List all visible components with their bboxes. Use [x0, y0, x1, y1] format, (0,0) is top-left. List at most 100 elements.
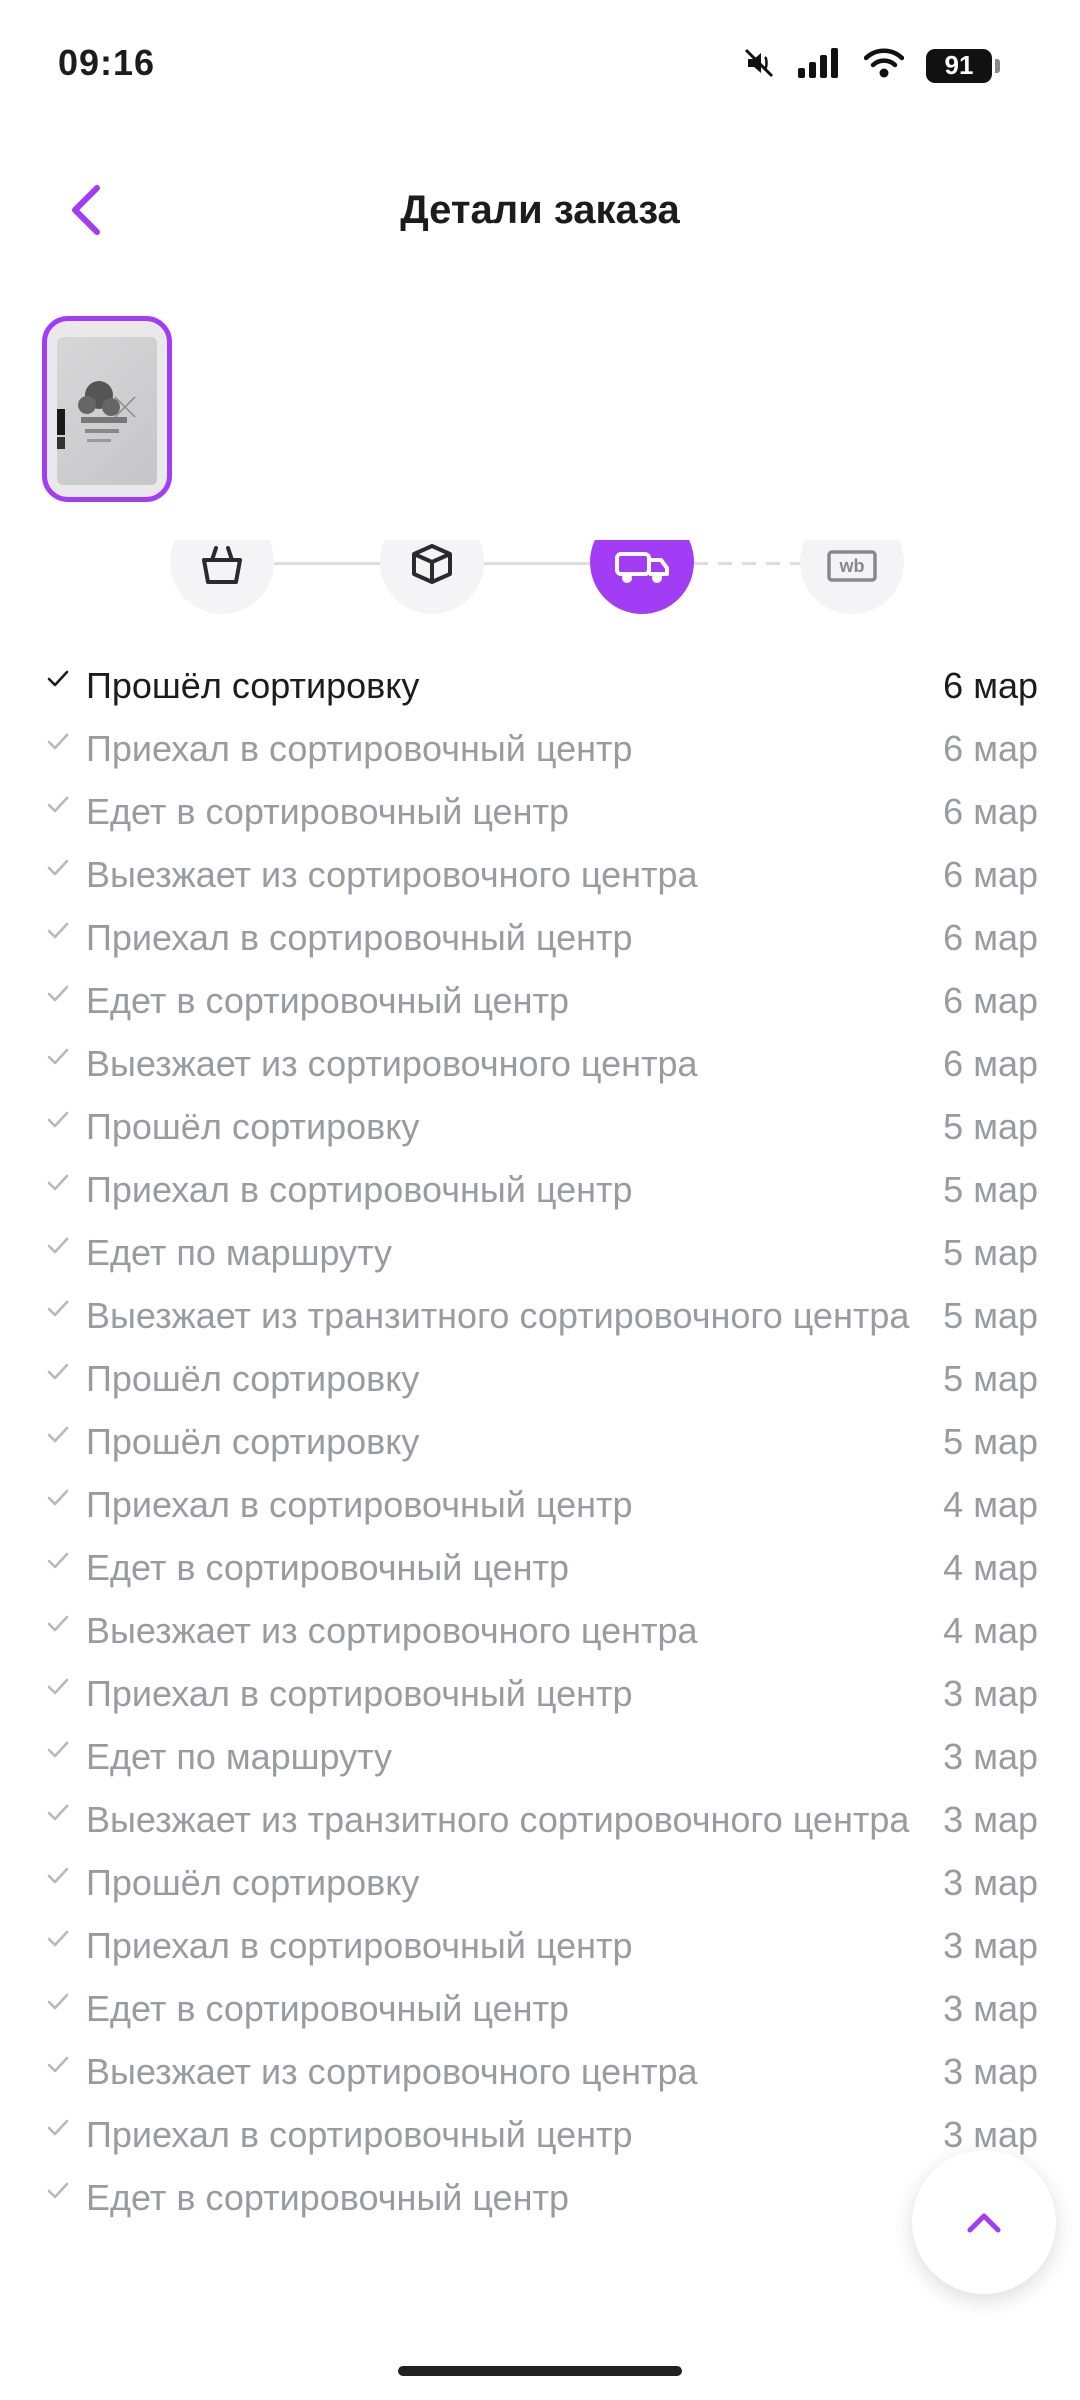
product-image [57, 337, 157, 485]
tracking-row: Едет в сортировочный центр 3 мар [0, 1983, 1080, 2046]
step-package [380, 540, 484, 614]
chevron-up-icon [967, 2213, 1001, 2233]
check-icon [46, 2046, 86, 2081]
tracking-status: Приехал в сортировочный центр [86, 1169, 633, 1210]
tracking-row: Прошёл сортировку 5 мар [0, 1353, 1080, 1416]
header: Детали заказа [0, 160, 1080, 260]
tracking-history-list: Прошёл сортировку 6 мар Приехал в сортиров… [0, 660, 1080, 2315]
check-icon [46, 2172, 86, 2207]
tracking-row: Едет в сортировочный центр 6 мар [0, 975, 1080, 1038]
check-icon [46, 1290, 86, 1325]
tracking-status: Приехал в сортировочный центр [86, 1484, 633, 1525]
tracking-row: Выезжает из сортировочного центра 3 мар [0, 2046, 1080, 2109]
tracking-row: Прошёл сортировку 3 мар [0, 1857, 1080, 1920]
step-pickup-point: wb [800, 540, 904, 614]
check-icon [46, 912, 86, 947]
tracking-status: Едет в сортировочный центр [86, 1547, 569, 1588]
home-indicator [398, 2366, 682, 2376]
tracking-date: 6 мар [943, 980, 1038, 1021]
tracking-date: 3 мар [943, 1799, 1038, 1840]
tracking-status: Прошёл сортировку [86, 1358, 420, 1399]
tracking-row: Выезжает из транзитного сортировочного ц… [0, 1794, 1080, 1857]
tracking-status: Едет в сортировочный центр [86, 980, 569, 1021]
check-icon [46, 786, 86, 821]
tracking-status: Прошёл сортировку [86, 1106, 420, 1147]
tracking-date: 5 мар [943, 1358, 1038, 1399]
check-icon [46, 1353, 86, 1388]
tracking-row: Выезжает из транзитного сортировочного ц… [0, 1290, 1080, 1353]
check-icon [46, 1164, 86, 1199]
tracking-status: Выезжает из сортировочного центра [86, 854, 698, 895]
tracking-date: 3 мар [943, 1988, 1038, 2029]
tracking-date: 4 мар [943, 1484, 1038, 1525]
tracking-row: Приехал в сортировочный центр 6 мар [0, 723, 1080, 786]
tracking-date: 6 мар [943, 1043, 1038, 1084]
tracking-date: 4 мар [943, 1547, 1038, 1588]
tracking-date: 6 мар [943, 791, 1038, 832]
tracking-status: Приехал в сортировочный центр [86, 1925, 633, 1966]
tracking-date: 4 мар [943, 1610, 1038, 1651]
check-icon [46, 1479, 86, 1514]
tracking-row: Прошёл сортировку 5 мар [0, 1416, 1080, 1479]
check-icon [46, 1605, 86, 1640]
pickup-point-icon: wb [827, 550, 877, 582]
tracking-status: Выезжает из сортировочного центра [86, 1043, 698, 1084]
tracking-status: Прошёл сортировку [86, 1421, 420, 1462]
status-icons: 91 [742, 46, 1000, 85]
check-icon [46, 1983, 86, 2018]
check-icon [46, 1857, 86, 1892]
basket-icon [202, 546, 242, 584]
check-icon [46, 1416, 86, 1451]
tracking-row: Едет по маршруту 5 мар [0, 1227, 1080, 1290]
step-basket [170, 540, 274, 614]
tracking-status: Едет в сортировочный центр [86, 791, 569, 832]
tracking-date: 6 мар [943, 854, 1038, 895]
tracking-status: Прошёл сортировку [86, 1862, 420, 1903]
product-thumbnail[interactable] [42, 316, 172, 502]
check-icon [46, 1731, 86, 1766]
tracking-row: Приехал в сортировочный центр 4 мар [0, 1479, 1080, 1542]
tracking-row: Едет в сортировочный центр 4 мар [0, 1542, 1080, 1605]
tracking-date: 6 мар [943, 728, 1038, 769]
svg-text:wb: wb [839, 556, 865, 576]
check-icon [46, 1227, 86, 1262]
tracking-date: 5 мар [943, 1106, 1038, 1147]
tracking-row: Едет по маршруту 3 мар [0, 1731, 1080, 1794]
tracking-row: Прошёл сортировку 6 мар [0, 660, 1080, 723]
package-icon [412, 544, 452, 584]
tracking-row: Приехал в сортировочный центр 3 мар [0, 2109, 1080, 2172]
tracking-status: Едет по маршруту [86, 1232, 393, 1273]
tracking-row: Выезжает из сортировочного центра 6 мар [0, 849, 1080, 912]
check-icon [46, 2109, 86, 2144]
status-time: 09:16 [58, 42, 156, 83]
tracking-date: 3 мар [943, 1925, 1038, 1966]
check-icon [46, 1542, 86, 1577]
tracking-row: Приехал в сортировочный центр 3 мар [0, 1920, 1080, 1983]
tracking-status: Приехал в сортировочный центр [86, 2114, 633, 2155]
tracking-row: Выезжает из сортировочного центра 6 мар [0, 1038, 1080, 1101]
tracking-status: Едет по маршруту [86, 1736, 393, 1777]
scroll-to-top-button[interactable] [912, 2150, 1056, 2294]
tracking-status: Едет в сортировочный центр [86, 2177, 569, 2218]
check-icon [46, 660, 86, 695]
tracking-date: 3 мар [943, 1673, 1038, 1714]
tracking-date: 5 мар [943, 1232, 1038, 1273]
tracking-status: Приехал в сортировочный центр [86, 728, 633, 769]
tracking-date: 3 мар [943, 2051, 1038, 2092]
tracking-status: Едет в сортировочный центр [86, 1988, 569, 2029]
tracking-date: 5 мар [943, 1295, 1038, 1336]
tracking-row: Выезжает из сортировочного центра 4 мар [0, 1605, 1080, 1668]
truck-icon [615, 552, 669, 583]
tracking-status: Выезжает из транзитного сортировочного ц… [86, 1799, 910, 1840]
tracking-date: 5 мар [943, 1421, 1038, 1462]
tracking-row: Приехал в сортировочный центр 3 мар [0, 1668, 1080, 1731]
tracking-date: 3 мар [943, 1736, 1038, 1777]
tracking-status: Прошёл сортировку [86, 665, 420, 706]
tracking-date: 5 мар [943, 1169, 1038, 1210]
check-icon [46, 1038, 86, 1073]
tracking-row: Прошёл сортировку 5 мар [0, 1101, 1080, 1164]
check-icon [46, 849, 86, 884]
check-icon [46, 723, 86, 758]
mute-icon [742, 46, 776, 85]
tracking-status: Приехал в сортировочный центр [86, 1673, 633, 1714]
